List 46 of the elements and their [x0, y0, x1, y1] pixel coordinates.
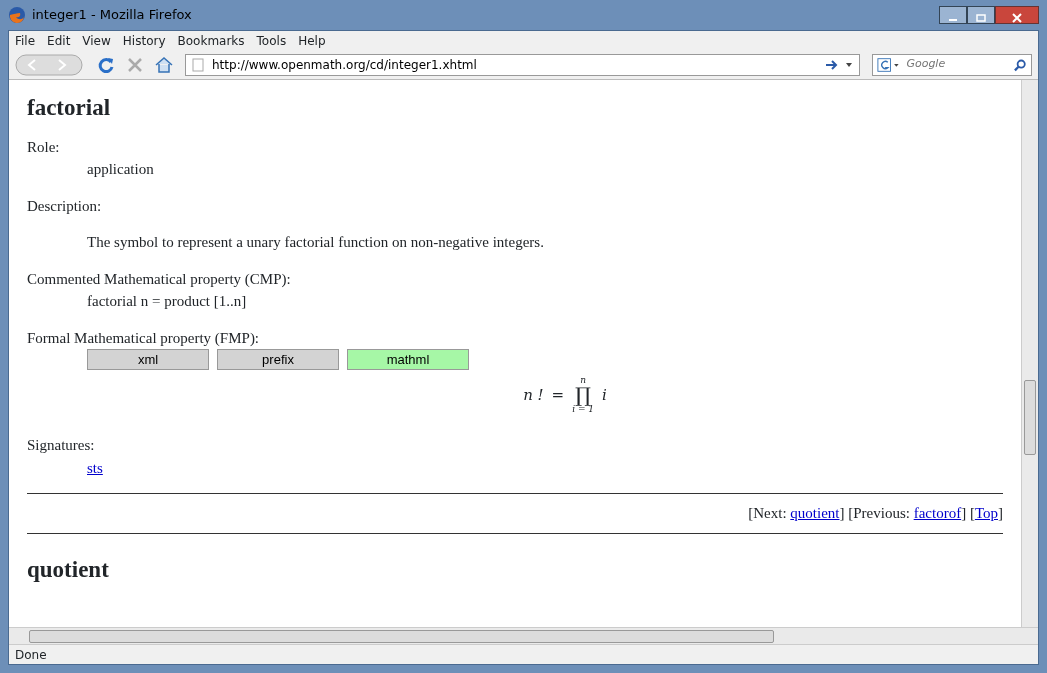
- close-button[interactable]: [995, 6, 1039, 24]
- go-arrow-icon[interactable]: [825, 58, 839, 71]
- window-title: integer1 - Mozilla Firefox: [32, 6, 192, 25]
- minimize-button[interactable]: [939, 6, 967, 24]
- description-text: The symbol to represent a unary factorial function on non-negative integers.: [87, 233, 544, 253]
- formula: n ! = n ∏ i = 1 i: [522, 376, 608, 415]
- menu-item[interactable]: View: [82, 31, 111, 50]
- search-engine-icon[interactable]: [877, 56, 901, 73]
- menu-item[interactable]: File: [15, 31, 36, 50]
- nav-link[interactable]: factorof: [913, 505, 962, 522]
- reload-icon[interactable]: [97, 55, 115, 74]
- search-icon[interactable]: [1014, 57, 1027, 72]
- format-tab[interactable]: mathml: [347, 349, 469, 371]
- dropdown-caret-icon[interactable]: [845, 61, 853, 68]
- field-label: Role:: [27, 137, 60, 157]
- status-text: Done: [15, 646, 47, 664]
- signature-link[interactable]: sts: [87, 459, 103, 476]
- field-label: Signatures:: [27, 436, 95, 456]
- field-label: Commented Mathematical property (CMP):: [27, 269, 291, 289]
- section-heading: factorial: [27, 94, 111, 122]
- vertical-scrollbar[interactable]: [1021, 80, 1038, 627]
- menu-item[interactable]: Tools: [256, 31, 287, 50]
- field-value: application: [87, 160, 154, 180]
- menu-item[interactable]: Edit: [47, 31, 71, 50]
- section-heading: quotient: [27, 555, 110, 584]
- horizontal-scrollbar[interactable]: [9, 627, 1038, 644]
- menu-item[interactable]: Bookmarks: [177, 31, 245, 50]
- home-icon[interactable]: [155, 56, 173, 73]
- maximize-button[interactable]: [967, 6, 995, 24]
- field-label: Formal Mathematical property (FMP):: [27, 328, 260, 348]
- format-tab[interactable]: prefix: [217, 349, 339, 371]
- menu-item[interactable]: Help: [298, 31, 326, 50]
- address-bar[interactable]: http://www.openmath.org/cd/integer1.xhtml: [185, 53, 860, 76]
- close-icon: [1012, 12, 1022, 23]
- search-field[interactable]: Google: [872, 53, 1032, 76]
- scrollbar-thumb[interactable]: [1024, 380, 1036, 455]
- field-label: Description:: [27, 196, 102, 216]
- nav-link[interactable]: Top: [974, 505, 998, 522]
- navigation-links: [Next: quotient] [Previous: factorof] [Top]: [747, 504, 1003, 524]
- menu-item[interactable]: History: [122, 31, 166, 50]
- page-icon: [192, 57, 204, 72]
- scrollbar-thumb[interactable]: [29, 629, 774, 643]
- field-value: factorial n = product [1..n]: [87, 292, 247, 312]
- maximize-icon: [976, 13, 986, 22]
- format-tab[interactable]: xml: [87, 349, 209, 371]
- nav-link[interactable]: quotient: [790, 505, 840, 522]
